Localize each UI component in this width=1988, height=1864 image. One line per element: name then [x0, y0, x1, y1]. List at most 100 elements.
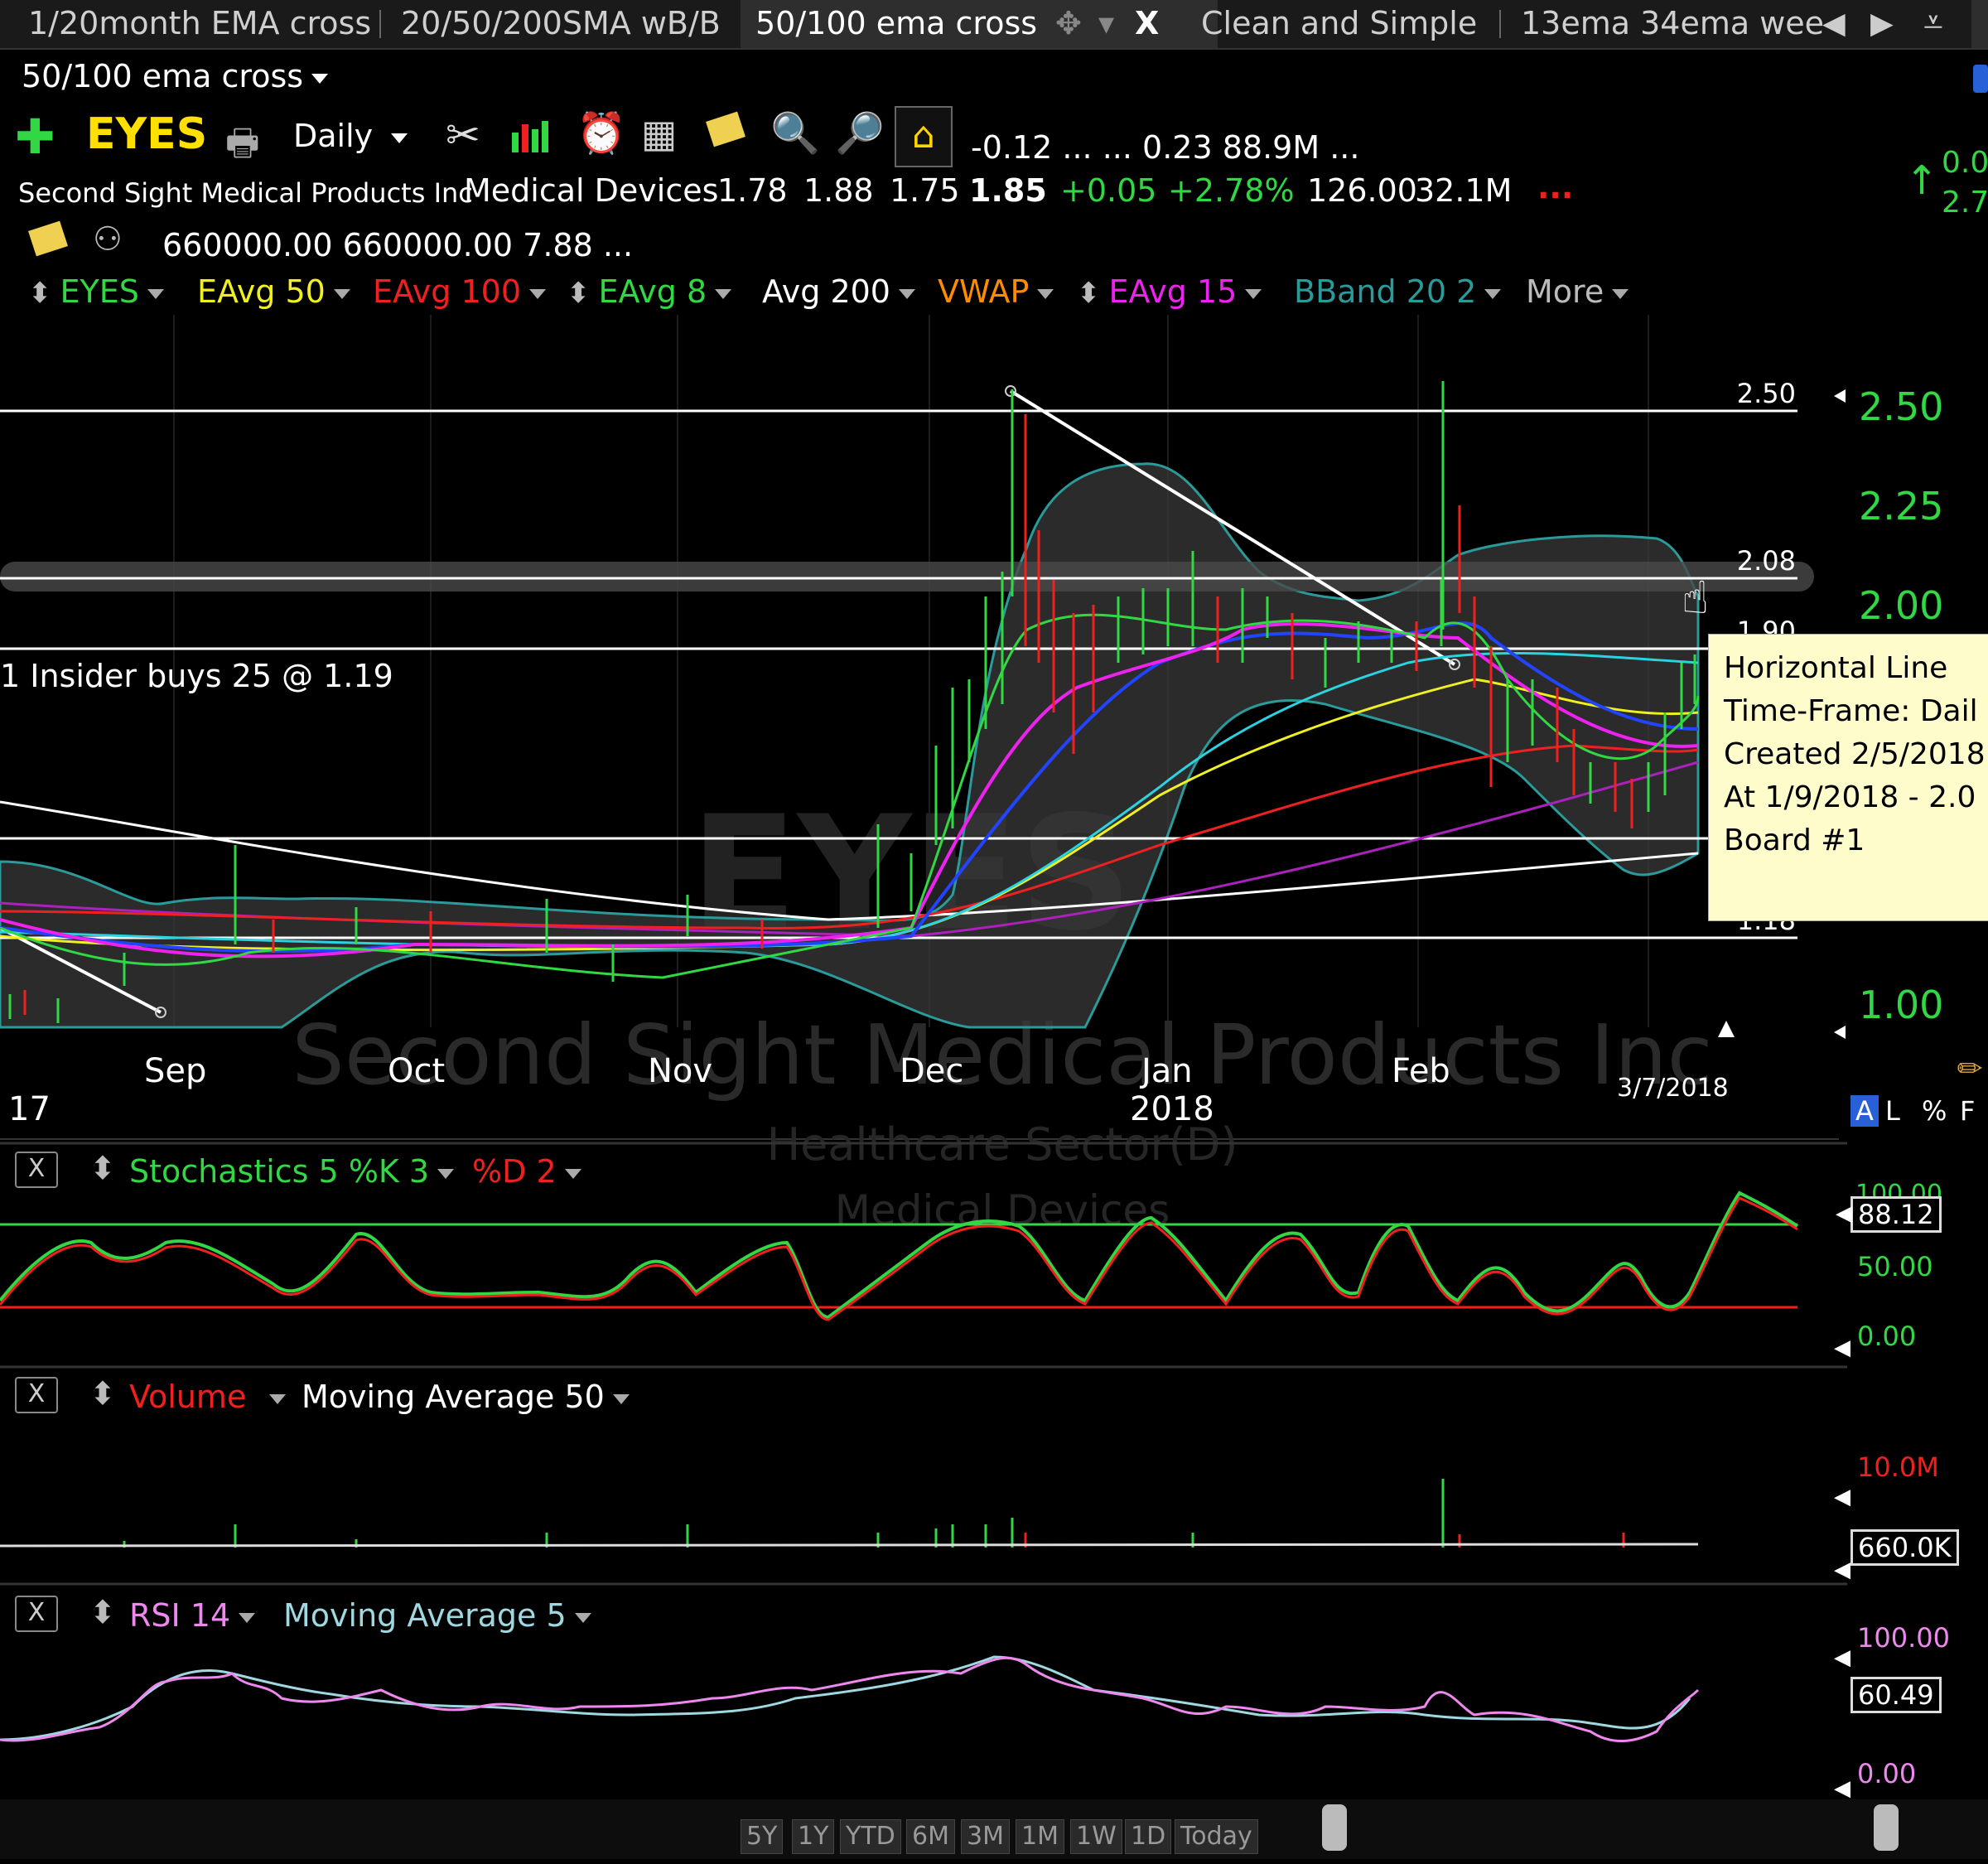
volume-dropdown[interactable]: Volume: [129, 1379, 287, 1415]
volume-ma-line: [0, 1543, 1699, 1548]
move-up-down-icon[interactable]: ⬍: [89, 1594, 116, 1630]
stochastics-dropdown[interactable]: Stochastics 5 %K 3: [129, 1153, 455, 1190]
chevron-down-icon: [437, 1168, 455, 1179]
chevron-down-icon: [1612, 288, 1629, 299]
zoom-out-icon[interactable]: 🔎: [835, 109, 885, 157]
symbol-field[interactable]: EYES: [86, 109, 207, 159]
range-1w-button[interactable]: 1W: [1070, 1819, 1122, 1854]
chevron-down-icon: [715, 288, 732, 299]
chevron-down-icon: [899, 288, 915, 299]
month-label-sep: Sep: [144, 1052, 207, 1090]
tab-separator: [1499, 10, 1501, 38]
range-today-button[interactable]: Today: [1175, 1819, 1258, 1854]
close-volume-button[interactable]: X: [15, 1377, 58, 1413]
insider-note[interactable]: 1 Insider buys 25 @ 1.19: [0, 658, 393, 694]
hline-label-2-50: 2.50: [1737, 378, 1796, 409]
move-up-down-icon[interactable]: ⬍: [89, 1150, 116, 1186]
print-icon[interactable]: 🖶: [225, 116, 260, 178]
scale-fit-button[interactable]: F: [1960, 1095, 1975, 1127]
notes-icon[interactable]: [28, 220, 68, 257]
range-1m-button[interactable]: 1M: [1016, 1819, 1064, 1854]
tools-icon[interactable]: ✂: [446, 111, 480, 159]
scroll-handle-right[interactable]: [1874, 1804, 1899, 1851]
dollar-house-icon[interactable]: ⌂: [895, 106, 953, 167]
layout-title: 50/100 ema cross: [22, 58, 304, 94]
tab-50-100-ema-cross[interactable]: 50/100 ema cross ✥ ▾ X: [741, 0, 1218, 48]
chevron-down-icon: [1245, 288, 1262, 299]
layout-title-dropdown[interactable]: 50/100 ema cross: [22, 58, 329, 94]
tooltip-created: Created 2/5/2018: [1724, 737, 1986, 771]
quote-low: 1.75: [890, 172, 960, 209]
range-1y-button[interactable]: 1Y: [792, 1819, 835, 1854]
rsi-dropdown[interactable]: RSI 14: [129, 1597, 256, 1634]
binoculars-icon[interactable]: ⚇: [93, 220, 123, 258]
tab-13ema-34ema[interactable]: 13ema 34ema wee: [1506, 0, 1850, 48]
rsi-axis-100: 100.00: [1857, 1622, 1950, 1654]
tab-clean-and-simple[interactable]: Clean and Simple: [1186, 0, 1492, 48]
scroll-handle-left[interactable]: [1322, 1804, 1347, 1851]
timeframe-dropdown[interactable]: Daily: [293, 118, 408, 154]
quote-open: 1.78: [717, 172, 788, 209]
company-name: Second Sight Medical Products Inc: [18, 177, 473, 209]
tab-scroll-right-icon[interactable]: ▶: [1870, 7, 1894, 41]
rsi-ma-dropdown[interactable]: Moving Average 5: [283, 1597, 591, 1634]
tab-menu-icon[interactable]: ⩡: [1923, 2, 1943, 43]
indicator-bband[interactable]: BBand 20 2: [1294, 273, 1502, 310]
calendar-icon[interactable]: ▦: [641, 111, 677, 156]
range-6m-button[interactable]: 6M: [906, 1819, 955, 1854]
month-label-jan: Jan: [1141, 1052, 1193, 1090]
stochastics-d-dropdown[interactable]: %D 2: [472, 1153, 581, 1190]
range-5y-button[interactable]: 5Y: [741, 1819, 784, 1854]
volume-axis-10m: 10.0M: [1857, 1451, 1939, 1483]
tab-bar: 1/20month EMA cross 20/50/200SMA wB/B 50…: [0, 0, 1988, 50]
scale-log-button[interactable]: L: [1885, 1095, 1900, 1127]
horizontal-line-highlight: [0, 562, 1814, 592]
move-icon[interactable]: ✥: [1055, 0, 1082, 46]
value-pointer-icon: ◀: [1836, 1201, 1852, 1226]
month-label-nov: Nov: [648, 1052, 713, 1090]
scroll-marker-icon: ◀: [1834, 1776, 1850, 1801]
scroll-up-triangle-icon[interactable]: [1718, 1021, 1735, 1037]
info-row-3: 660000.00 660000.00 7.88 ...: [162, 227, 634, 263]
tab-20-50-200sma[interactable]: 20/50/200SMA wB/B: [386, 0, 736, 48]
stoch-axis-50: 50.00: [1857, 1251, 1933, 1282]
range-3m-button[interactable]: 3M: [961, 1819, 1010, 1854]
chevron-down-icon[interactable]: ▾: [1098, 0, 1114, 46]
rsi-line: [0, 1656, 1700, 1743]
volume-ma-dropdown[interactable]: Moving Average 50: [302, 1379, 630, 1415]
range-1d-button[interactable]: 1D: [1125, 1819, 1172, 1854]
tab-separator: [379, 10, 381, 38]
tab-scroll-left-icon[interactable]: ◀: [1822, 7, 1846, 41]
price-axis-2-50: 2.50: [1859, 384, 1944, 429]
indicator-eavg-50[interactable]: EAvg 50: [197, 273, 350, 310]
year-label-17: 17: [8, 1090, 51, 1128]
zoom-in-icon[interactable]: 🔍: [770, 109, 820, 157]
rsi-axis-0: 0.00: [1857, 1758, 1917, 1789]
month-label-oct: Oct: [388, 1052, 446, 1090]
scale-percent-button[interactable]: %: [1922, 1095, 1947, 1127]
scroll-marker-icon: ◀: [1834, 1485, 1850, 1509]
alarm-clock-icon[interactable]: ⏰: [577, 109, 626, 157]
indicator-eavg-15[interactable]: ⬍ EAvg 15: [1077, 273, 1262, 310]
scale-auto-button[interactable]: A: [1850, 1095, 1879, 1127]
add-plus-icon[interactable]: ✚: [15, 113, 55, 161]
close-tab-button[interactable]: X: [1135, 0, 1159, 46]
tab-1-20month-ema-cross[interactable]: 1/20month EMA cross: [13, 0, 386, 48]
move-up-down-icon[interactable]: ⬍: [89, 1375, 116, 1412]
indicator-more[interactable]: More: [1526, 273, 1629, 310]
indicator-avg-200[interactable]: Avg 200: [762, 273, 915, 310]
indicator-eavg-8[interactable]: ⬍ EAvg 8: [567, 273, 732, 310]
close-stochastics-button[interactable]: X: [15, 1152, 58, 1188]
move-up-down-icon: ⬍: [28, 277, 52, 310]
close-rsi-button[interactable]: X: [15, 1596, 58, 1632]
notes-icon[interactable]: [706, 111, 746, 147]
range-ytd-button[interactable]: YTD: [840, 1819, 901, 1854]
chevron-down-icon: [333, 288, 350, 299]
indicator-eyes[interactable]: ⬍ EYES: [28, 273, 164, 310]
indicator-eavg-100[interactable]: EAvg 100: [373, 273, 546, 310]
indicator-vwap[interactable]: VWAP: [938, 273, 1054, 310]
horizontal-line-tooltip: Horizontal Line Time-Frame: Dail Created…: [1708, 634, 1988, 921]
tab-overflow: [1971, 0, 1988, 48]
price-marker-icon: [1834, 389, 1846, 403]
side-panel-tab[interactable]: [1973, 65, 1988, 93]
